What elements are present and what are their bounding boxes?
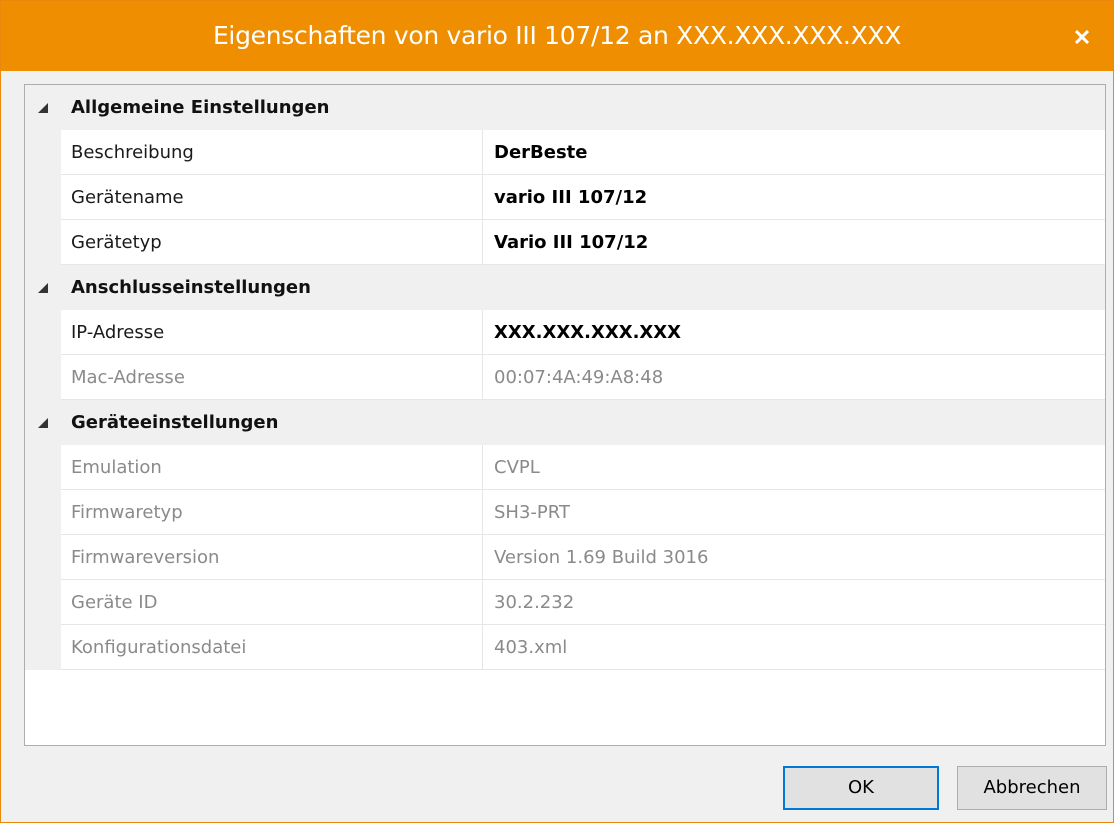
property-value: Vario III 107/12 xyxy=(494,232,649,253)
row-gutter xyxy=(25,220,61,265)
close-button[interactable] xyxy=(1051,1,1113,71)
property-row-geraete-id[interactable]: Geräte ID 30.2.232 xyxy=(25,580,1105,625)
row-gutter xyxy=(25,175,61,220)
property-row-geraetename[interactable]: Gerätename vario III 107/12 xyxy=(25,175,1105,220)
property-name: Gerätename xyxy=(71,187,184,208)
property-name: Firmwaretyp xyxy=(71,502,183,523)
row-gutter xyxy=(25,445,61,490)
property-value-cell[interactable]: XXX.XXX.XXX.XXX xyxy=(483,310,1105,355)
property-row-firmwareversion[interactable]: Firmwareversion Version 1.69 Build 3016 xyxy=(25,535,1105,580)
property-name-cell[interactable]: IP-Adresse xyxy=(61,310,483,355)
property-name: Gerätetyp xyxy=(71,232,162,253)
collapse-triangle-icon[interactable] xyxy=(37,102,49,114)
category-geraeteeinstellungen[interactable]: Geräteeinstellungen xyxy=(25,400,1105,445)
row-gutter xyxy=(25,535,61,580)
property-row-konfigurationsdatei[interactable]: Konfigurationsdatei 403.xml xyxy=(25,625,1105,670)
property-name-cell[interactable]: Firmwareversion xyxy=(61,535,483,580)
property-value-cell[interactable]: 00:07:4A:49:A8:48 xyxy=(483,355,1105,400)
properties-dialog: Eigenschaften von vario III 107/12 an XX… xyxy=(0,0,1114,823)
property-name: Emulation xyxy=(71,457,162,478)
property-name-cell[interactable]: Mac-Adresse xyxy=(61,355,483,400)
property-name: Konfigurationsdatei xyxy=(71,637,247,658)
property-value: Version 1.69 Build 3016 xyxy=(494,547,709,568)
category-label: Allgemeine Einstellungen xyxy=(71,97,330,118)
property-name: IP-Adresse xyxy=(71,322,165,343)
property-value-cell[interactable]: vario III 107/12 xyxy=(483,175,1105,220)
property-name-cell[interactable]: Emulation xyxy=(61,445,483,490)
property-row-ip-adresse[interactable]: IP-Adresse XXX.XXX.XXX.XXX xyxy=(25,310,1105,355)
property-name-cell[interactable]: Geräte ID xyxy=(61,580,483,625)
property-row-mac-adresse[interactable]: Mac-Adresse 00:07:4A:49:A8:48 xyxy=(25,355,1105,400)
collapse-triangle-icon[interactable] xyxy=(37,417,49,429)
property-value: 30.2.232 xyxy=(494,592,575,613)
property-grid-panel[interactable]: Allgemeine Einstellungen Beschreibung De… xyxy=(24,84,1106,746)
property-grid: Allgemeine Einstellungen Beschreibung De… xyxy=(25,85,1105,670)
category-allgemeine-einstellungen[interactable]: Allgemeine Einstellungen xyxy=(25,85,1105,130)
title-bar[interactable]: Eigenschaften von vario III 107/12 an XX… xyxy=(1,1,1113,71)
property-value-cell[interactable]: 30.2.232 xyxy=(483,580,1105,625)
property-name-cell[interactable]: Gerätename xyxy=(61,175,483,220)
row-gutter xyxy=(25,130,61,175)
property-name: Firmwareversion xyxy=(71,547,220,568)
property-name-cell[interactable]: Gerätetyp xyxy=(61,220,483,265)
dialog-title: Eigenschaften von vario III 107/12 an XX… xyxy=(212,21,902,50)
property-name-cell[interactable]: Konfigurationsdatei xyxy=(61,625,483,670)
property-value: 403.xml xyxy=(494,637,568,658)
category-label: Anschlusseinstellungen xyxy=(71,277,311,298)
property-value-cell[interactable]: 403.xml xyxy=(483,625,1105,670)
property-name: Mac-Adresse xyxy=(71,367,185,388)
property-value: vario III 107/12 xyxy=(494,187,648,208)
category-label: Geräteeinstellungen xyxy=(71,412,279,433)
property-value-cell[interactable]: DerBeste xyxy=(483,130,1105,175)
row-gutter xyxy=(25,625,61,670)
row-gutter xyxy=(25,580,61,625)
row-gutter xyxy=(25,355,61,400)
property-value-cell[interactable]: Vario III 107/12 xyxy=(483,220,1105,265)
close-icon xyxy=(1075,30,1089,44)
ok-button[interactable]: OK xyxy=(783,766,939,810)
property-value-cell[interactable]: SH3-PRT xyxy=(483,490,1105,535)
property-name: Geräte ID xyxy=(71,592,158,613)
property-value: DerBeste xyxy=(494,142,588,163)
cancel-button[interactable]: Abbrechen xyxy=(957,766,1107,810)
property-value: 00:07:4A:49:A8:48 xyxy=(494,367,664,388)
property-row-firmwaretyp[interactable]: Firmwaretyp SH3-PRT xyxy=(25,490,1105,535)
property-value-cell[interactable]: CVPL xyxy=(483,445,1105,490)
property-row-emulation[interactable]: Emulation CVPL xyxy=(25,445,1105,490)
property-value: XXX.XXX.XXX.XXX xyxy=(494,322,682,343)
property-name-cell[interactable]: Beschreibung xyxy=(61,130,483,175)
property-value-cell[interactable]: Version 1.69 Build 3016 xyxy=(483,535,1105,580)
property-value: SH3-PRT xyxy=(494,502,570,523)
collapse-triangle-icon[interactable] xyxy=(37,282,49,294)
property-name: Beschreibung xyxy=(71,142,194,163)
property-row-beschreibung[interactable]: Beschreibung DerBeste xyxy=(25,130,1105,175)
property-name-cell[interactable]: Firmwaretyp xyxy=(61,490,483,535)
row-gutter xyxy=(25,490,61,535)
property-row-geraetetyp[interactable]: Gerätetyp Vario III 107/12 xyxy=(25,220,1105,265)
category-anschlusseinstellungen[interactable]: Anschlusseinstellungen xyxy=(25,265,1105,310)
property-value: CVPL xyxy=(494,457,540,478)
row-gutter xyxy=(25,310,61,355)
